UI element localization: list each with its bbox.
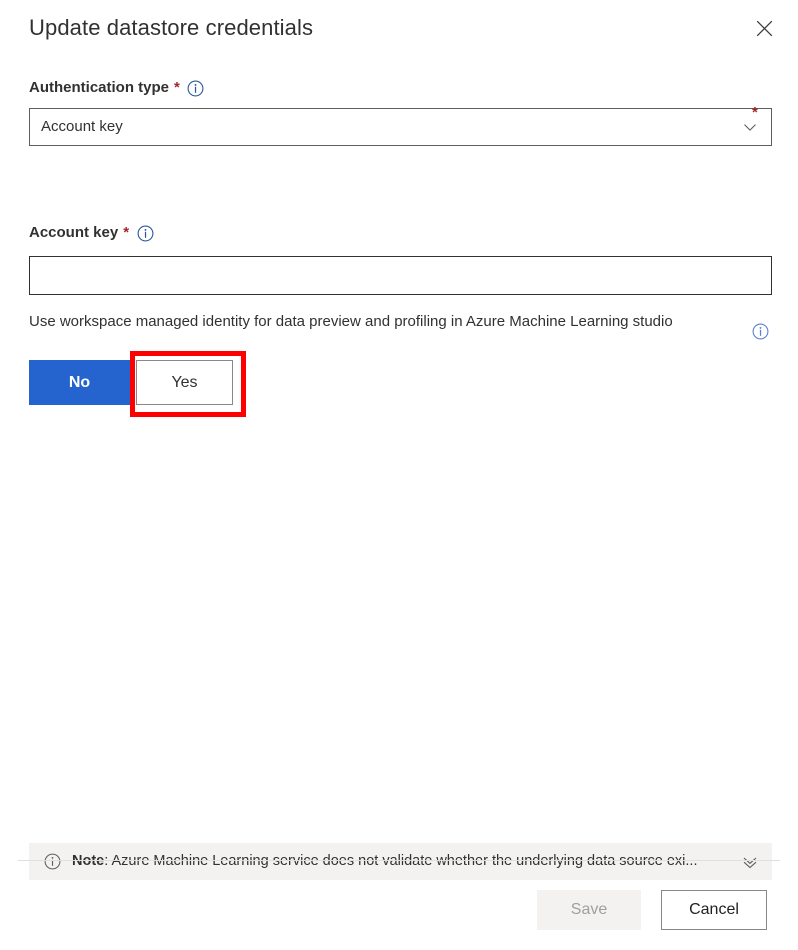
save-button[interactable]: Save bbox=[537, 890, 641, 930]
close-icon bbox=[756, 20, 773, 37]
auth-type-dropdown[interactable]: Account key bbox=[29, 108, 772, 146]
auth-type-dropdown-wrap: Account key bbox=[29, 108, 772, 146]
account-key-label: Account key bbox=[29, 223, 118, 243]
managed-identity-info-icon[interactable] bbox=[751, 322, 769, 340]
chevron-down-icon bbox=[742, 119, 758, 135]
auth-type-selected-value: Account key bbox=[41, 117, 742, 137]
auth-type-label-row: Authentication type * bbox=[29, 78, 205, 98]
cancel-button[interactable]: Cancel bbox=[661, 890, 767, 930]
auth-type-info-icon[interactable] bbox=[187, 79, 205, 97]
page-title: Update datastore credentials bbox=[29, 13, 313, 43]
auth-type-required-marker: * bbox=[169, 78, 180, 98]
panel-body: Authentication type * Account key bbox=[0, 62, 798, 950]
auth-type-field-required-marker: * bbox=[752, 106, 758, 120]
auth-type-label: Authentication type bbox=[29, 78, 169, 98]
update-datastore-credentials-panel: Update datastore credentials Authenticat… bbox=[0, 0, 798, 950]
managed-identity-option-no[interactable]: No bbox=[29, 360, 130, 405]
close-button[interactable] bbox=[747, 11, 781, 45]
account-key-input[interactable] bbox=[29, 256, 772, 295]
account-key-label-row: Account key * bbox=[29, 223, 154, 243]
panel-footer: Save Cancel bbox=[0, 860, 798, 950]
footer-actions: Save Cancel bbox=[537, 890, 767, 930]
account-key-info-icon[interactable] bbox=[136, 224, 154, 242]
managed-identity-description: Use workspace managed identity for data … bbox=[29, 310, 701, 333]
managed-identity-option-yes[interactable]: Yes bbox=[136, 360, 233, 405]
managed-identity-toggle-group: No Yes bbox=[29, 360, 233, 405]
account-key-required-marker: * bbox=[118, 223, 129, 243]
footer-divider bbox=[18, 860, 780, 861]
panel-header: Update datastore credentials bbox=[0, 0, 798, 62]
